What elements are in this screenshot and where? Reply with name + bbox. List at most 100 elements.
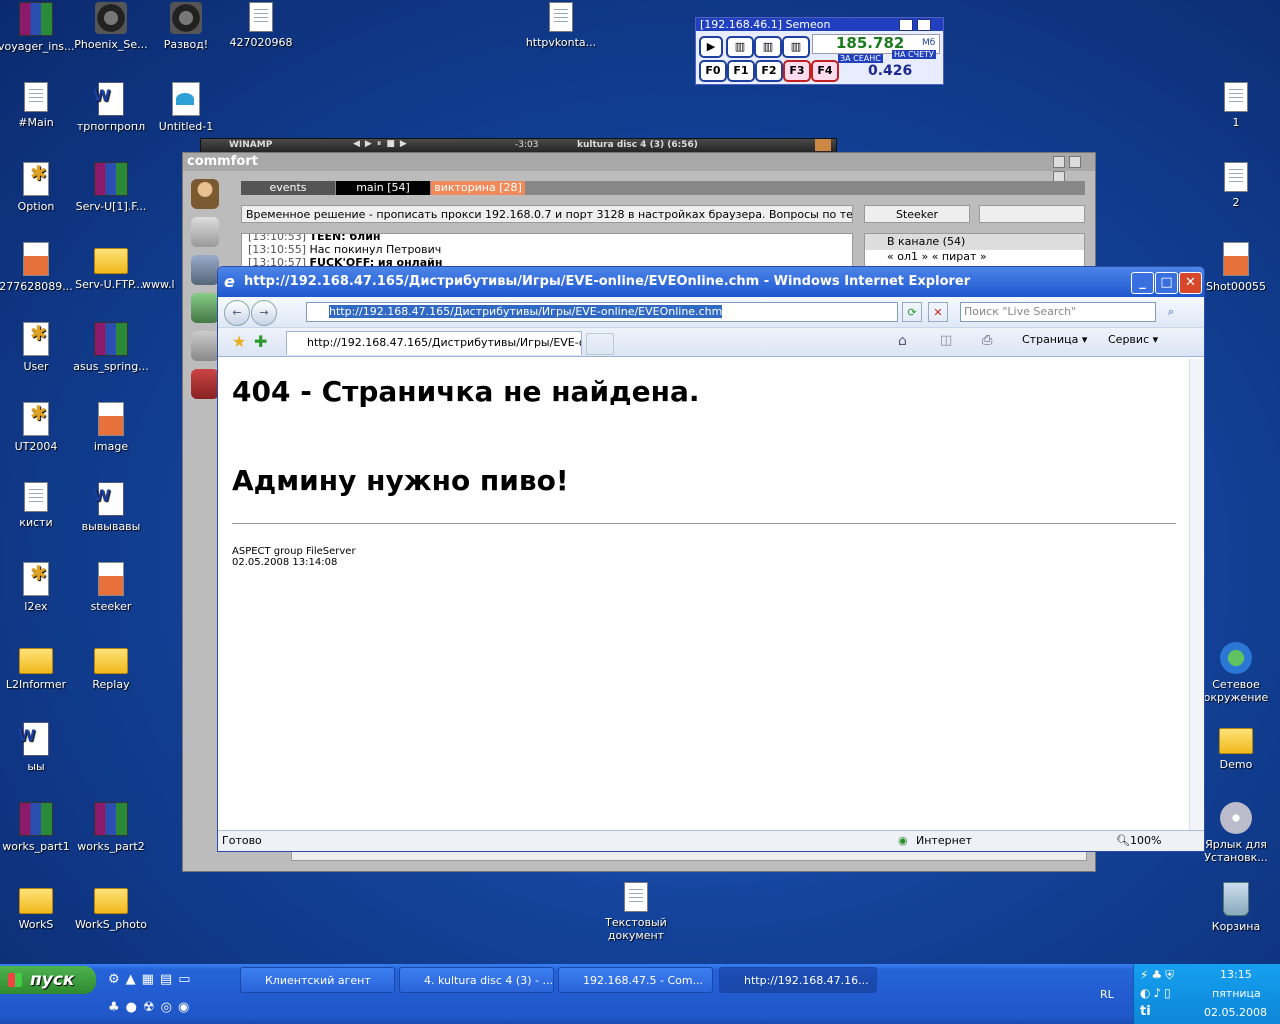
desktop-icon-works-photo[interactable]: WorkS_photo [73,882,149,931]
tools-menu[interactable]: Сервис ▾ [1108,333,1158,346]
tab-main[interactable]: main [54] [336,181,430,195]
user-button[interactable]: Steeker [864,205,970,223]
tab-quiz[interactable]: викторина [28] [431,181,525,195]
close-button[interactable]: ✕ [1179,272,1202,294]
task-ie[interactable]: http://192.168.47.16... [719,967,877,993]
desktop-icon-phoenix[interactable]: Phoenix_Se... [73,2,149,51]
favorites-star-icon[interactable]: ★ [232,332,246,351]
play-button[interactable]: ▶ [699,36,723,58]
vertical-scrollbar[interactable] [1189,359,1204,831]
maximize-button[interactable]: □ [1155,272,1178,294]
desktop-icon-razvod[interactable]: Развод! [148,2,224,51]
desktop-icon-option[interactable]: Option [0,162,74,213]
minimize-icon[interactable] [917,19,931,31]
desktop-icon-user[interactable]: User [0,322,74,373]
f2-button[interactable]: F2 [755,60,783,82]
desktop-icon-servu1[interactable]: Serv-U[1].F... [73,162,149,213]
winamp-controls[interactable]: ◀▶⏸■▶ [353,139,412,149]
desktop-icon-427020968[interactable]: 427020968 [223,2,299,49]
home-icon[interactable]: ⌂ [898,333,907,349]
maximize-icon[interactable] [1068,156,1081,168]
desktop-icon-works-part1[interactable]: works_part1 [0,802,74,853]
keyboard-icon[interactable] [191,331,219,361]
desktop-icon-277628089[interactable]: 277628089... [0,242,74,293]
desktop-icon-trpogproprl[interactable]: трпогпропл [73,82,149,133]
desktop-icon-untitled[interactable]: Untitled-1 [148,82,224,133]
zoom-icon[interactable]: 🔍︎ [1116,831,1130,851]
minimize-button[interactable]: _ [1131,272,1154,294]
disk-icon[interactable] [191,255,219,285]
desktop-icon-ut2004[interactable]: UT2004 [0,402,74,453]
traffic-widget[interactable]: [192.168.46.1] Semeon ▶ ▥ ▥ ▥ 185.782 Мб… [695,17,944,85]
window-controls[interactable] [1053,156,1091,183]
close-icon[interactable] [815,139,831,151]
rss-icon[interactable]: ◫ [940,333,952,348]
page-menu[interactable]: Страница ▾ [1022,333,1087,346]
refresh-button[interactable]: ⟳ [902,302,922,322]
desktop-icon-text-document[interactable]: Текстовый документ [598,882,674,942]
ti-icon[interactable]: ti [1140,1004,1190,1019]
add-favorite-icon[interactable]: ✚ [254,332,267,351]
new-tab-button[interactable] [586,333,614,355]
desktop-icon-works[interactable]: WorkS [0,882,74,931]
desktop-icon-main[interactable]: #Main [0,82,74,129]
desktop-icon-www[interactable]: www.l [142,242,182,291]
stop-button[interactable]: ✕ [928,302,948,322]
browser-tab[interactable]: http://192.168.47.165/Дистрибутивы/Игры/… [286,331,582,355]
desktop-icon-voyager[interactable]: voyager_ins... [0,2,75,53]
desktop-icon-demo[interactable]: Demo [1198,722,1274,771]
trash-button-3[interactable]: ▥ [782,36,810,58]
search-icon[interactable]: ⌕ [1160,302,1182,322]
desktop-icon-l2ex[interactable]: l2ex [0,562,74,613]
desktop-icon-steeker[interactable]: steeker [73,562,149,613]
desktop-icon-kisti[interactable]: кисти [0,482,74,529]
recycle-icon[interactable] [191,293,219,323]
desktop-icon-l2informer[interactable]: L2Informer [0,642,74,691]
desktop-icon-replay[interactable]: Replay [73,642,149,691]
task-commfort[interactable]: 192.168.47.5 - Com... [558,967,713,993]
desktop-icon-network[interactable]: Сетевое окружение [1198,642,1274,704]
task-client-agent[interactable]: Клиентский агент [240,967,395,993]
desktop-icon-install-shortcut[interactable]: Ярлык для Установк... [1198,802,1274,864]
back-button[interactable]: ← [224,300,250,326]
desktop-icon-2[interactable]: 2 [1198,162,1274,209]
desktop-icon-asus-spring[interactable]: asus_spring... [73,322,149,373]
exit-icon[interactable] [191,369,219,399]
clock-time[interactable]: 13:15 [1220,968,1252,981]
user-list-item[interactable]: « ол1 » « пират » [865,250,1084,264]
tray-icons-row2[interactable]: ◐♪▯ [1140,986,1190,1000]
tray-icons[interactable]: ⚡♣⛨ [1140,968,1190,983]
user-list[interactable]: В канале (54) « ол1 » « пират » [864,233,1085,269]
task-winamp[interactable]: 4. kultura disc 4 (3) - ... [399,967,554,993]
forward-button[interactable]: → [251,300,277,326]
desktop-icon-image[interactable]: image [73,402,149,453]
quick-launch-row2[interactable]: ♣●☢◎◉ [108,1000,228,1018]
f1-button[interactable]: F1 [727,60,755,82]
print-icon[interactable]: ⎙ [982,333,992,348]
search-input[interactable]: Поиск "Live Search" [960,302,1156,322]
ie-window[interactable]: e http://192.168.47.165/Дистрибутивы/Игр… [217,266,1205,852]
address-bar[interactable]: http://192.168.47.165/Дистрибутивы/Игры/… [306,302,898,322]
start-button[interactable]: пуск [0,966,96,994]
user-avatar-icon[interactable] [191,179,219,209]
desktop-icon-vyvyvavy[interactable]: вывывавы [73,482,149,533]
quick-launch[interactable]: ⚙▲▦▤▭ [108,972,228,990]
language-indicator[interactable]: RL [1100,988,1114,1001]
desktop-icon-httpvkonta[interactable]: httpvkonta... [523,2,599,49]
desktop-icon-recycle-bin[interactable]: Корзина [1198,882,1274,933]
desktop-icon-shot00055[interactable]: Shot00055 [1198,242,1274,293]
desktop-icon-servu-ftp[interactable]: Serv-U.FTP.... [73,242,149,291]
f4-button[interactable]: F4 [811,60,839,82]
trash-button-2[interactable]: ▥ [754,36,782,58]
f0-button[interactable]: F0 [699,60,727,82]
plug-icon[interactable] [191,217,219,247]
zoom-level[interactable]: 100% [1130,831,1161,851]
tab-events[interactable]: events [241,181,335,195]
desktop-icon-1[interactable]: 1 [1198,82,1274,129]
minimize-icon[interactable] [1053,156,1065,168]
trash-button-1[interactable]: ▥ [726,36,754,58]
status-box[interactable] [979,205,1085,223]
desktop-icon-yy[interactable]: ыы [0,722,74,773]
chat-log[interactable]: [13:10:53] TEEN: блин [13:10:55] Нас пок… [241,233,853,269]
desktop-icon-works-part2[interactable]: works_part2 [73,802,149,853]
